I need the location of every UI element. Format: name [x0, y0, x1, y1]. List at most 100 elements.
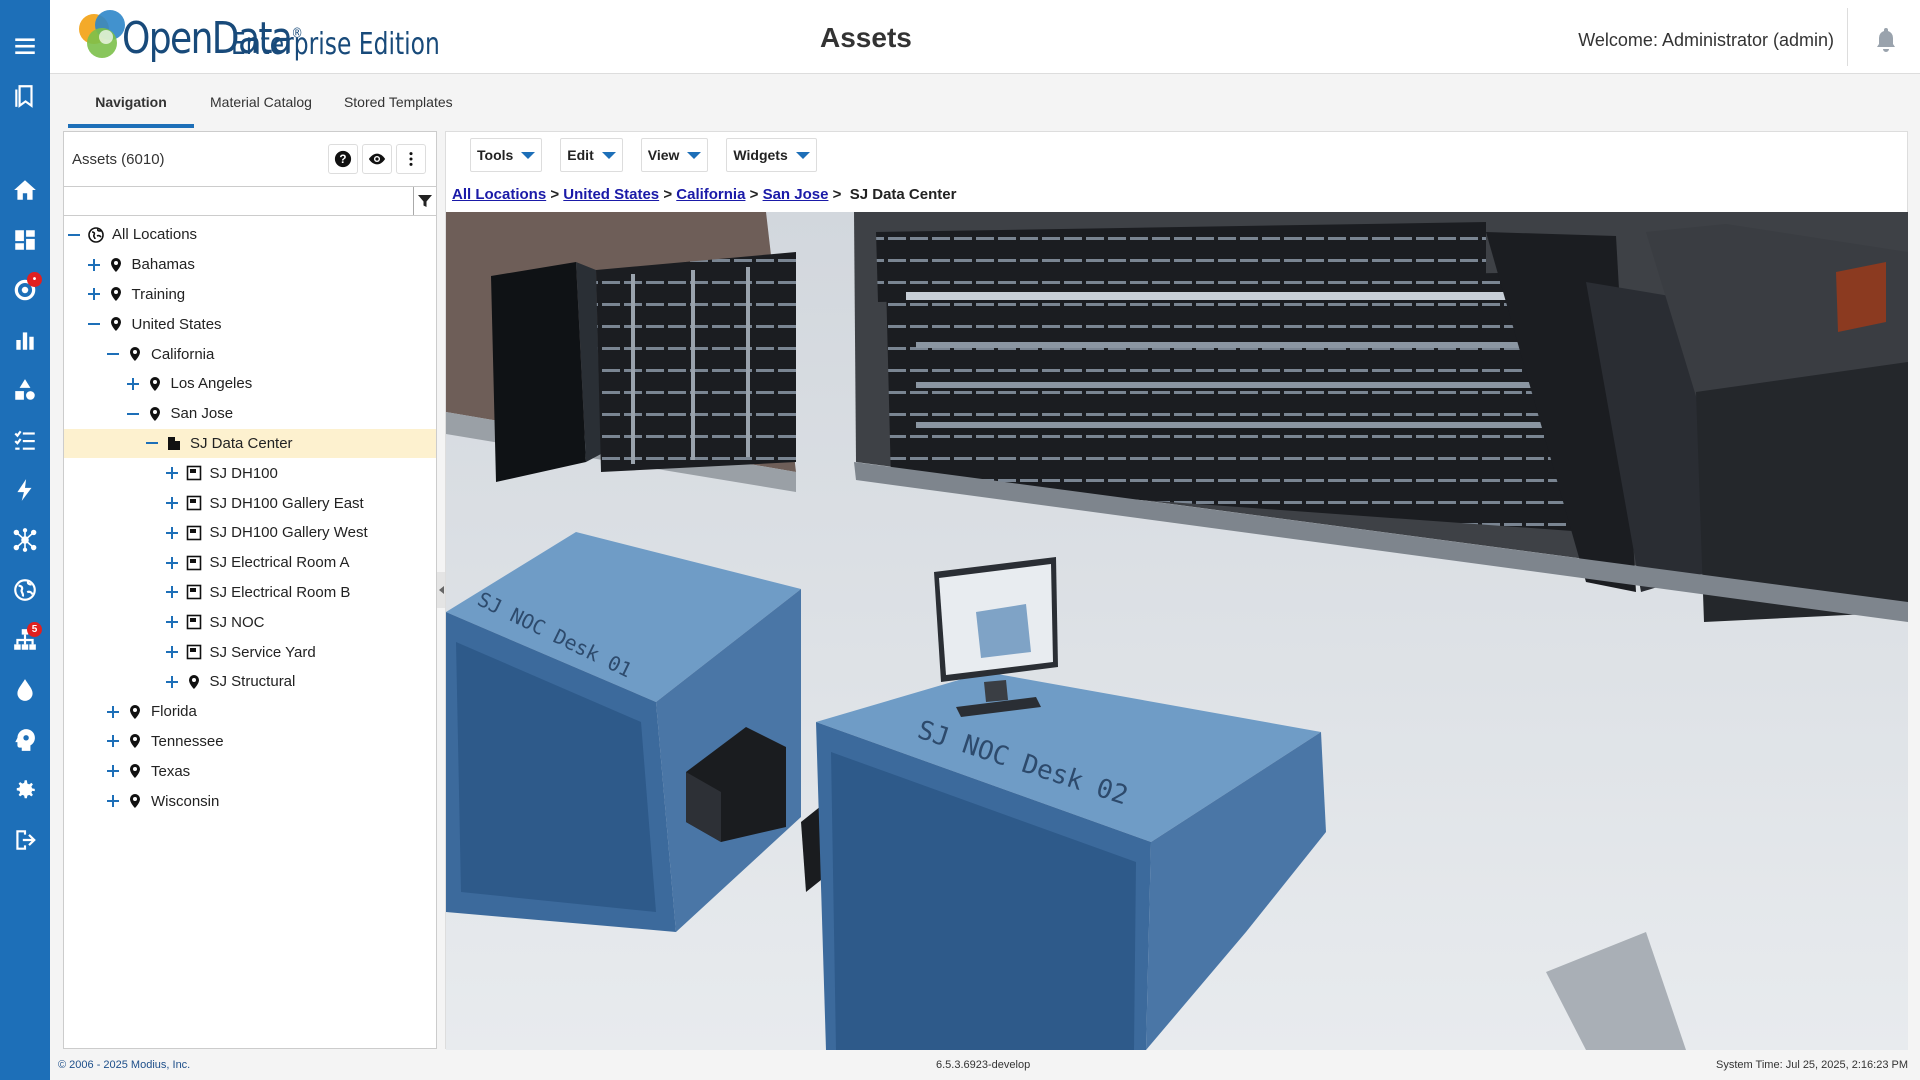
tree-node-florida[interactable]: Florida: [64, 697, 436, 727]
expand-plus-icon[interactable]: [165, 646, 178, 659]
widgets-menu-button[interactable]: Widgets: [726, 138, 817, 172]
kebab-icon: [409, 152, 413, 166]
eye-icon: [368, 153, 386, 165]
breadcrumb-link-california[interactable]: California: [676, 186, 745, 203]
tab-material-catalog[interactable]: Material Catalog: [194, 84, 328, 128]
collapse-minus-icon[interactable]: [126, 408, 139, 420]
asset-search-input[interactable]: [64, 187, 414, 215]
shapes-icon[interactable]: [0, 370, 50, 410]
tree-node-label: SJ DH100 Gallery East: [209, 494, 364, 512]
tree-node-sj-electrical-room-a[interactable]: SJ Electrical Room A: [64, 548, 436, 578]
location-pin-icon: [127, 346, 143, 362]
assets-count-title: Assets (6010): [72, 150, 165, 168]
tree-node-sj-dh100-gallery-east[interactable]: SJ DH100 Gallery East: [64, 488, 436, 518]
more-options-button[interactable]: [396, 144, 426, 174]
tree-node-training[interactable]: Training: [64, 280, 436, 310]
lightning-icon[interactable]: [0, 470, 50, 510]
viewer-panel: Tools Edit View Widgets All Locations > …: [445, 131, 1908, 1050]
tree-node-sj-structural[interactable]: SJ Structural: [64, 667, 436, 697]
tree-node-tennessee[interactable]: Tennessee: [64, 727, 436, 757]
water-drop-icon[interactable]: [0, 670, 50, 710]
filter-icon[interactable]: [414, 187, 436, 215]
menu-icon[interactable]: [0, 26, 50, 66]
tree-node-texas[interactable]: Texas: [64, 756, 436, 786]
tab-navigation[interactable]: Navigation: [68, 84, 194, 128]
tree-node-label: SJ Structural: [209, 673, 296, 691]
expand-plus-icon[interactable]: [165, 586, 178, 599]
tree-node-bahamas[interactable]: Bahamas: [64, 250, 436, 280]
tree-node-label: San Jose: [170, 405, 234, 423]
asset-tree: All Locations Bahamas Training United State…: [64, 216, 436, 816]
tree-node-san-jose[interactable]: San Jose: [64, 399, 436, 429]
left-rack-row: [491, 252, 796, 482]
globe-icon[interactable]: [0, 570, 50, 610]
app-version: 6.5.3.6923-develop: [936, 1059, 1031, 1071]
collapse-minus-icon[interactable]: [107, 348, 119, 360]
expand-plus-icon[interactable]: [165, 556, 178, 569]
chevron-down-icon: [601, 151, 616, 159]
dashboard-icon[interactable]: [0, 220, 50, 260]
hierarchy-icon[interactable]: 5: [0, 620, 50, 660]
tree-node-california[interactable]: California: [64, 339, 436, 369]
expand-plus-icon[interactable]: [107, 765, 119, 778]
tree-node-los-angeles[interactable]: Los Angeles: [64, 369, 436, 399]
logout-icon[interactable]: [0, 820, 50, 860]
tree-node-united-states[interactable]: United States: [64, 309, 436, 339]
chevron-down-icon: [795, 151, 810, 159]
breadcrumb-separator: >: [663, 186, 673, 203]
collapse-minus-icon[interactable]: [68, 229, 80, 241]
expand-plus-icon[interactable]: [87, 288, 100, 301]
collapse-minus-icon[interactable]: [146, 437, 158, 449]
tree-node-sj-electrical-room-b[interactable]: SJ Electrical Room B: [64, 578, 436, 608]
panel-splitter-handle[interactable]: [437, 572, 445, 608]
collapse-minus-icon[interactable]: [87, 318, 100, 330]
expand-plus-icon[interactable]: [107, 735, 119, 748]
help-button[interactable]: ?: [328, 144, 358, 174]
tree-node-label: Los Angeles: [170, 375, 253, 393]
settings-alert-icon[interactable]: •: [0, 270, 50, 310]
home-icon[interactable]: [0, 170, 50, 210]
breadcrumb-link-all-locations[interactable]: All Locations: [452, 186, 546, 203]
bar-chart-icon[interactable]: [0, 320, 50, 360]
expand-plus-icon[interactable]: [87, 258, 100, 271]
expand-plus-icon[interactable]: [165, 675, 178, 688]
edit-menu-button[interactable]: Edit: [560, 138, 623, 172]
bell-icon[interactable]: [1874, 26, 1898, 52]
breadcrumb-link-united-states[interactable]: United States: [563, 186, 659, 203]
bookmark-icon[interactable]: [0, 76, 50, 116]
tree-node-label: Wisconsin: [151, 792, 220, 810]
tools-menu-button[interactable]: Tools: [470, 138, 543, 172]
breadcrumb-link-san-jose[interactable]: San Jose: [763, 186, 829, 203]
gear-icon[interactable]: [0, 770, 50, 810]
visibility-button[interactable]: [362, 144, 392, 174]
expand-plus-icon[interactable]: [107, 705, 119, 718]
tree-node-sj-dh100[interactable]: SJ DH100: [64, 458, 436, 488]
tree-node-label: Tennessee: [151, 732, 224, 750]
brain-icon[interactable]: [0, 720, 50, 760]
system-time: System Time: Jul 25, 2025, 2:16:23 PM: [1716, 1059, 1908, 1071]
expand-plus-icon[interactable]: [165, 616, 178, 629]
edit-label: Edit: [567, 147, 594, 163]
expand-plus-icon[interactable]: [165, 497, 178, 510]
tree-node-sj-service-yard[interactable]: SJ Service Yard: [64, 637, 436, 667]
checklist-icon[interactable]: [0, 420, 50, 460]
3d-viewport[interactable]: SJ NOC Desk 01 SJ NOC Desk 02: [446, 212, 1908, 1050]
expand-plus-icon[interactable]: [165, 467, 178, 480]
view-menu-button[interactable]: View: [640, 138, 709, 172]
tree-node-sj-dh100-gallery-west[interactable]: SJ DH100 Gallery West: [64, 518, 436, 548]
breadcrumb-separator: >: [550, 186, 560, 203]
network-icon[interactable]: [0, 520, 50, 560]
tree-node-wisconsin[interactable]: Wisconsin: [64, 786, 436, 816]
expand-plus-icon[interactable]: [126, 377, 139, 390]
tree-node-label: Bahamas: [131, 256, 195, 274]
expand-plus-icon[interactable]: [165, 526, 178, 539]
opendata-logo[interactable]: OpenData® Enterprise Edition: [74, 6, 498, 70]
tree-node-label: Florida: [151, 703, 197, 721]
location-pin-icon: [127, 763, 143, 779]
tree-node-all-locations[interactable]: All Locations: [64, 220, 436, 250]
tree-node-sj-data-center[interactable]: SJ Data Center: [64, 428, 436, 459]
breadcrumb-separator: >: [749, 186, 759, 203]
tab-stored-templates[interactable]: Stored Templates: [328, 84, 469, 128]
tree-node-sj-noc[interactable]: SJ NOC: [64, 607, 436, 637]
expand-plus-icon[interactable]: [107, 795, 119, 808]
